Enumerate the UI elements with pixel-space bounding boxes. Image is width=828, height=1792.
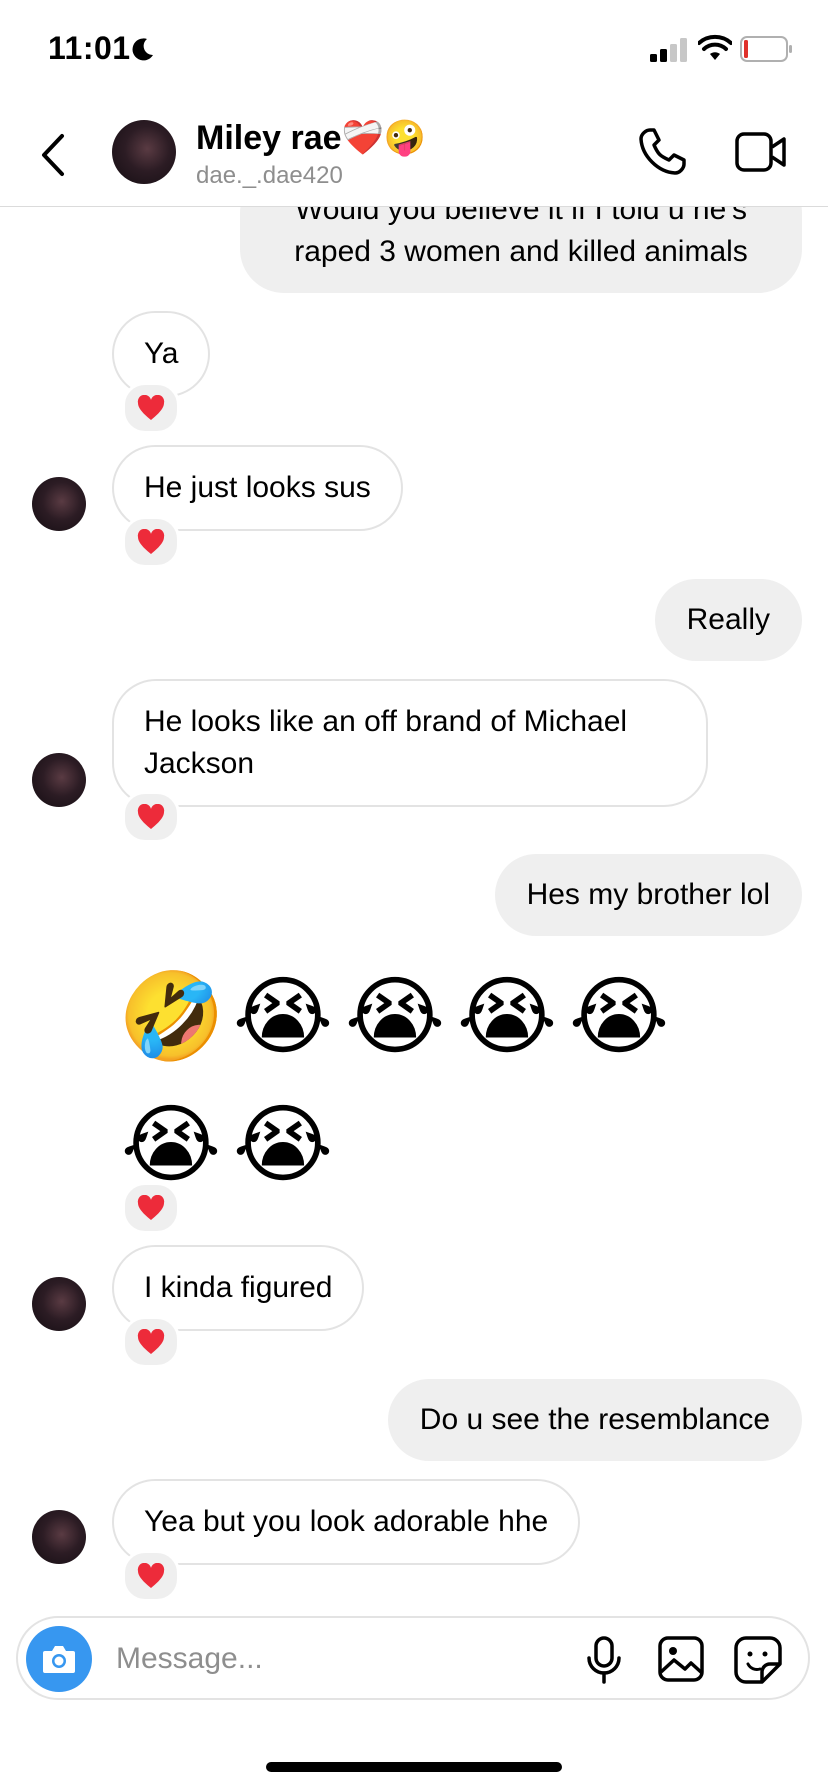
camera-button[interactable] [26,1626,92,1692]
message-text: Really [686,603,770,636]
emoji-glyph: 😭 [344,967,452,1067]
avatar[interactable] [112,120,176,184]
reaction-badge[interactable] [122,1182,180,1234]
camera-icon [43,1646,75,1673]
microphone-icon[interactable] [584,1636,624,1684]
emoji-message[interactable]: 🤣😭😭😭😭 [118,967,678,1067]
emoji-glyph: 😭 [120,1095,228,1195]
message-text: He looks like an off brand of Michael Ja… [144,705,628,780]
message-text: Do u see the resemblance [419,1403,770,1436]
emoji-glyph: 😭 [568,967,676,1067]
emoji-message[interactable]: 😭😭 [118,1095,342,1195]
video-camera-icon[interactable] [734,128,788,176]
avatar[interactable] [32,477,86,531]
heart-icon [137,1195,165,1220]
chat-header: Miley rae❤️‍🩹🤪 dae._.dae420 [0,100,828,207]
message-thread[interactable]: Would you believe it if I told u he's ra… [0,207,828,1607]
moon-icon [132,38,153,61]
emoji-glyph: 😭 [232,1095,340,1195]
message-text: Ya [144,337,179,370]
reaction-badge[interactable] [122,516,180,568]
heart-icon [137,804,165,829]
message-text: Would you believe it if I told u he's ra… [294,207,748,268]
gallery-icon[interactable] [658,1636,704,1682]
message-bubble-outgoing[interactable]: Do u see the resemblance [387,1379,802,1461]
message-composer [16,1616,810,1700]
phone-icon[interactable] [636,126,688,178]
message-bubble-outgoing[interactable]: Would you believe it if I told u he's ra… [240,207,802,293]
reaction-badge[interactable] [122,382,180,434]
contact-name-emojis: ❤️‍🩹🤪 [341,118,427,158]
battery-icon [740,36,792,62]
home-indicator[interactable] [266,1762,562,1772]
message-text: I kinda figured [144,1271,333,1304]
heart-icon [137,395,165,420]
message-bubble-outgoing[interactable]: Hes my brother lol [494,854,802,936]
reaction-badge[interactable] [122,1316,180,1368]
reaction-badge[interactable] [122,1550,180,1602]
heart-icon [137,529,165,554]
message-text: Hes my brother lol [526,878,770,911]
status-bar: 11:01 [0,0,828,100]
avatar[interactable] [32,753,86,807]
signal-icon [650,38,687,62]
sticker-icon[interactable] [734,1636,782,1684]
message-input[interactable] [114,1632,578,1686]
message-text: He just looks sus [144,471,371,504]
reaction-badge[interactable] [122,791,180,843]
emoji-glyph: 😭 [232,967,340,1067]
contact-name-text: Miley rae [196,119,342,157]
wifi-icon [698,34,732,60]
emoji-glyph: 🤣 [118,967,232,1067]
heart-icon [137,1329,165,1354]
emoji-glyph: 😭 [456,967,564,1067]
avatar[interactable] [32,1277,86,1331]
contact-username: dae._.dae420 [196,162,343,189]
status-time: 11:01 [48,30,131,66]
message-text: Yea but you look adorable hhe [144,1505,549,1538]
message-bubble-incoming[interactable]: Yea but you look adorable hhe [112,1479,581,1565]
avatar[interactable] [32,1510,86,1564]
back-arrow-icon[interactable] [34,128,74,182]
message-bubble-incoming[interactable]: He looks like an off brand of Michael Ja… [112,679,708,807]
heart-icon [137,1563,165,1588]
message-bubble-outgoing[interactable]: Really [654,579,802,661]
contact-name[interactable]: Miley rae❤️‍🩹🤪 [196,118,426,158]
